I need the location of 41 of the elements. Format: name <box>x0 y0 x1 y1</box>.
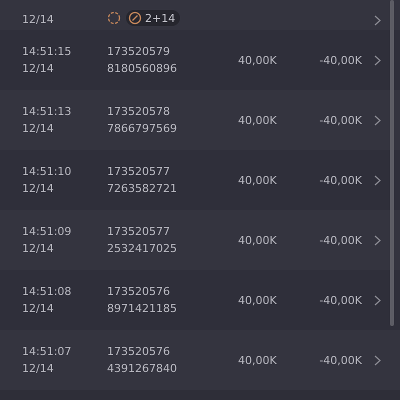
change-text: -40,00K <box>318 354 362 366</box>
time-text: 14:51:10 <box>22 164 72 180</box>
date-text: 12/14 <box>22 241 55 257</box>
time-text: 14:51:15 <box>22 44 72 60</box>
time-text: 14:51:09 <box>22 224 72 240</box>
change-text: -40,00K <box>318 294 362 306</box>
amount-text: 40,00K <box>238 174 278 186</box>
id-text: 2532417025 <box>107 241 178 257</box>
date-text: 12/14 <box>22 13 55 26</box>
amount-text: 40,00K <box>238 234 278 246</box>
amount-text: 40,00K <box>238 354 278 366</box>
amount-text: 40,00K <box>238 54 278 66</box>
date-text: 12/14 <box>22 121 55 137</box>
transaction-row[interactable]: 14:51:13 12/14 173520578 7866797569 40,00K -40,00K <box>0 90 400 150</box>
change-text: -40,00K <box>318 234 362 246</box>
time-text: 14:51:08 <box>22 284 72 300</box>
amount-text: 40,00K <box>238 114 278 126</box>
id-text: 173520576 <box>107 344 171 360</box>
id-text: 173520577 <box>107 224 171 240</box>
id-text: 4391267840 <box>107 361 178 377</box>
change-text: -40,00K <box>318 54 362 66</box>
date-text: 12/14 <box>22 61 55 77</box>
date-text: 12/14 <box>22 361 55 377</box>
count-badge: 2+14 <box>126 10 180 26</box>
time-text: 14:51:07 <box>22 344 72 360</box>
date-text: 12/14 <box>22 301 55 317</box>
id-text: 8180560896 <box>107 61 178 77</box>
amount-text: 40,00K <box>238 294 278 306</box>
id-text: 8971421185 <box>107 301 178 317</box>
id-text: 7866797569 <box>107 121 178 137</box>
id-text: 173520578 <box>107 104 171 120</box>
id-text: 173520579 <box>107 44 171 60</box>
id-text: 173520577 <box>107 164 171 180</box>
time-text: 14:51:13 <box>22 104 72 120</box>
transaction-row[interactable]: 14:51:07 12/14 173520576 4391267840 40,00K -40,00K <box>0 330 400 390</box>
transaction-row[interactable]: 14:51:09 12/14 173520577 2532417025 40,00K -40,00K <box>0 210 400 270</box>
change-text: -40,00K <box>318 114 362 126</box>
change-text: -40,00K <box>318 174 362 186</box>
id-text: 7263582721 <box>107 181 178 197</box>
date-text: 12/14 <box>22 181 55 197</box>
id-text: 173520576 <box>107 284 171 300</box>
